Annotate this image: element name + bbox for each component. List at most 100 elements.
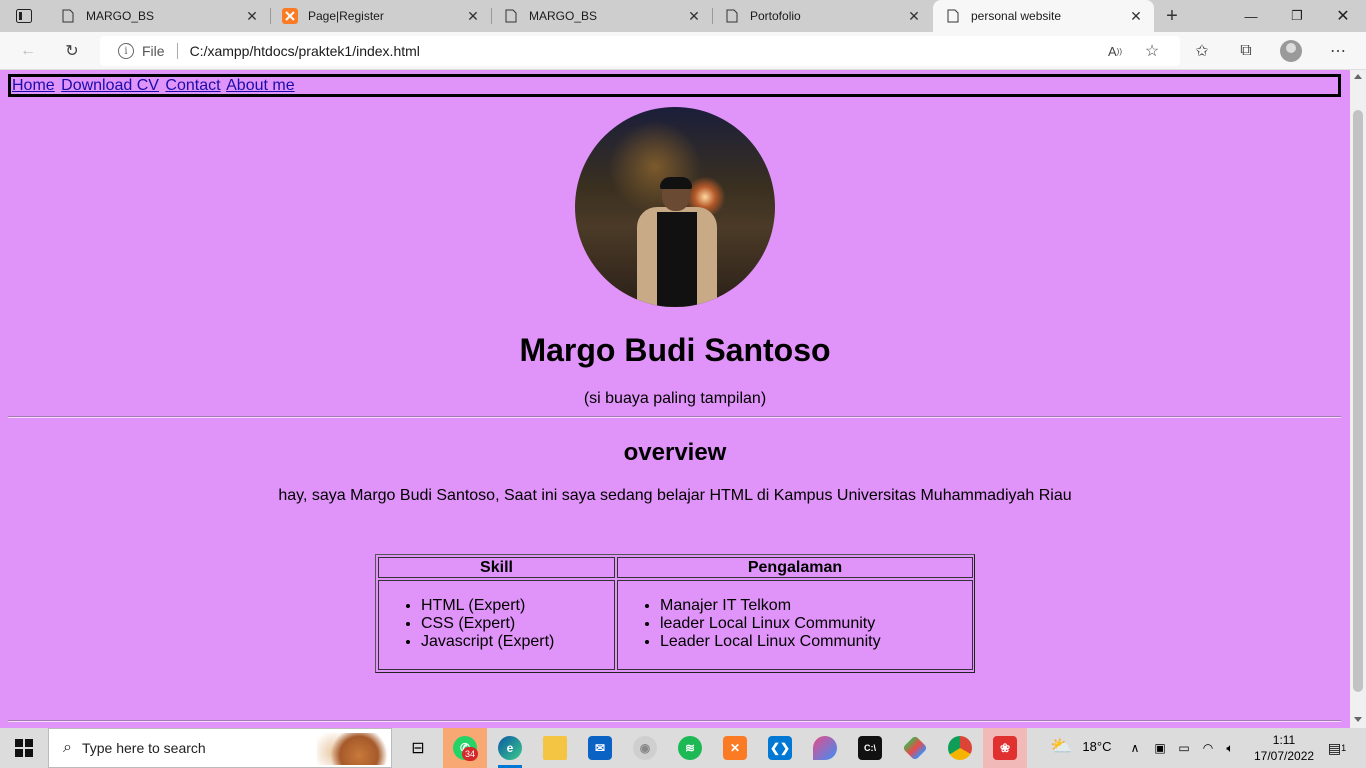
- notification-center-icon[interactable]: ▤ 1: [1326, 740, 1348, 756]
- nav-download-cv-link[interactable]: Download CV: [61, 77, 159, 94]
- list-item: Javascript (Expert): [421, 633, 614, 651]
- temperature: 18°C: [1082, 739, 1112, 754]
- tab-title: MARGO_BS: [529, 9, 598, 23]
- nav-about-link[interactable]: About me: [226, 77, 294, 94]
- close-icon[interactable]: ✕: [904, 6, 924, 26]
- tab-5-active[interactable]: personal website ✕: [933, 0, 1154, 32]
- photo-person-cap: [660, 177, 692, 189]
- notification-count: 1: [1341, 743, 1347, 753]
- close-icon[interactable]: ✕: [463, 6, 483, 26]
- xampp-icon: [282, 8, 298, 24]
- mail-icon[interactable]: ✉: [578, 728, 622, 768]
- tab-strip: MARGO_BS ✕ Page|Register ✕ MARGO_BS ✕ Po…: [0, 0, 1366, 32]
- skills-cell: HTML (Expert) CSS (Expert) Javascript (E…: [378, 580, 615, 670]
- table-header-skill: Skill: [378, 557, 615, 578]
- close-icon[interactable]: ✕: [1126, 6, 1146, 26]
- partly-cloudy-icon: ⛅: [1050, 736, 1073, 756]
- close-icon[interactable]: ✕: [684, 6, 704, 26]
- tab-title: personal website: [971, 9, 1062, 23]
- spotify-icon[interactable]: ≋: [668, 728, 712, 768]
- collections-icon[interactable]: ⧉: [1234, 39, 1258, 63]
- minimize-button[interactable]: —: [1228, 0, 1274, 32]
- divider: [8, 416, 1341, 418]
- list-item: Leader Local Linux Community: [660, 633, 972, 651]
- list-item: HTML (Expert): [421, 597, 614, 615]
- vertical-scrollbar[interactable]: [1350, 70, 1366, 728]
- info-icon[interactable]: i: [118, 43, 134, 59]
- vscode-icon[interactable]: ❮❯: [758, 728, 802, 768]
- close-window-button[interactable]: ✕: [1320, 0, 1366, 32]
- scroll-thumb[interactable]: [1353, 110, 1363, 692]
- back-icon[interactable]: ←: [16, 39, 40, 63]
- chrome-icon[interactable]: [938, 728, 982, 768]
- tab-title: Portofolio: [750, 9, 801, 23]
- page-nav: Home Download CV Contact About me: [8, 74, 1341, 97]
- experience-list: Manajer IT Telkom leader Local Linux Com…: [618, 597, 972, 651]
- close-icon[interactable]: ✕: [242, 6, 262, 26]
- photo-person-shirt: [657, 212, 697, 307]
- meet-now-icon[interactable]: ▣: [1152, 740, 1168, 756]
- profile-photo: [575, 107, 775, 307]
- paint-icon[interactable]: [803, 728, 847, 768]
- table-header-experience: Pengalaman: [617, 557, 973, 578]
- refresh-icon[interactable]: ↻: [60, 39, 84, 63]
- overview-heading: overview: [623, 439, 727, 466]
- address-bar[interactable]: i File C:/xampp/htdocs/praktek1/index.ht…: [100, 36, 1180, 66]
- profile-avatar[interactable]: [1280, 40, 1302, 62]
- taskbar: ⌕ Type here to search ⊟ ✆ 34 e ✉ ◉ ≋ ✕ ❮…: [0, 728, 1366, 768]
- tab-4[interactable]: Portofolio ✕: [712, 0, 932, 32]
- address-separator: [176, 43, 178, 59]
- page-icon: [945, 8, 961, 24]
- media-player-icon[interactable]: ◉: [623, 728, 667, 768]
- wifi-icon[interactable]: ◠: [1200, 740, 1216, 756]
- system-clock[interactable]: 1:11 17/07/2022: [1254, 732, 1314, 764]
- page-viewport: Home Download CV Contact About me Margo …: [0, 70, 1366, 728]
- page-icon: [60, 8, 76, 24]
- experience-cell: Manajer IT Telkom leader Local Linux Com…: [617, 580, 973, 670]
- terminal-icon[interactable]: C:\: [848, 728, 892, 768]
- favorites-icon[interactable]: ✩: [1190, 39, 1214, 63]
- overview-text: hay, saya Margo Budi Santoso, Saat ini s…: [278, 487, 1072, 504]
- nav-home-link[interactable]: Home: [12, 77, 55, 94]
- git-tool-icon[interactable]: [893, 728, 937, 768]
- new-tab-button[interactable]: +: [1160, 4, 1184, 28]
- page-icon: [503, 8, 519, 24]
- clock-date: 17/07/2022: [1254, 749, 1315, 763]
- taskbar-search[interactable]: ⌕ Type here to search: [48, 728, 392, 768]
- battery-icon[interactable]: ▭: [1176, 740, 1192, 756]
- restore-button[interactable]: ❐: [1274, 0, 1320, 32]
- list-item: leader Local Linux Community: [660, 615, 972, 633]
- notification-badge: 34: [462, 747, 478, 761]
- search-placeholder: Type here to search: [81, 740, 206, 756]
- scroll-down-icon[interactable]: [1354, 717, 1362, 722]
- search-icon: ⌕: [63, 739, 72, 756]
- page-icon: [724, 8, 740, 24]
- name-heading: Margo Budi Santoso: [519, 332, 831, 368]
- weather-widget[interactable]: ⛅ 18°C: [1050, 736, 1111, 757]
- tab-actions-icon[interactable]: [8, 4, 40, 28]
- tab-2[interactable]: Page|Register ✕: [270, 0, 491, 32]
- skills-list: HTML (Expert) CSS (Expert) Javascript (E…: [379, 597, 614, 651]
- add-favorite-icon[interactable]: ☆: [1140, 39, 1164, 63]
- url-text[interactable]: C:/xampp/htdocs/praktek1/index.html: [190, 43, 420, 59]
- more-menu-icon[interactable]: ⋯: [1326, 39, 1350, 63]
- pinned-app-icon[interactable]: ❀: [983, 728, 1027, 768]
- scroll-up-icon[interactable]: [1354, 74, 1362, 79]
- list-item: Manajer IT Telkom: [660, 597, 972, 615]
- nav-contact-link[interactable]: Contact: [165, 77, 220, 94]
- skills-table: Skill Pengalaman HTML (Expert) CSS (Expe…: [375, 554, 975, 673]
- clock-time: 1:11: [1272, 733, 1296, 747]
- search-highlight-illustration: [317, 733, 387, 765]
- file-explorer-icon[interactable]: [533, 728, 577, 768]
- tab-3[interactable]: MARGO_BS ✕: [491, 0, 712, 32]
- windows-start-icon[interactable]: [0, 728, 48, 768]
- volume-icon[interactable]: 🔈︎: [1222, 740, 1238, 756]
- list-item: CSS (Expert): [421, 615, 614, 633]
- xampp-taskbar-icon[interactable]: ✕: [713, 728, 757, 768]
- chevron-up-icon[interactable]: ∧: [1127, 740, 1143, 756]
- edge-icon[interactable]: e: [488, 728, 532, 768]
- tab-1[interactable]: MARGO_BS ✕: [48, 0, 270, 32]
- task-view-icon[interactable]: ⊟: [396, 728, 440, 768]
- bottom-divider: [8, 720, 1341, 722]
- read-aloud-icon[interactable]: A)): [1103, 39, 1127, 63]
